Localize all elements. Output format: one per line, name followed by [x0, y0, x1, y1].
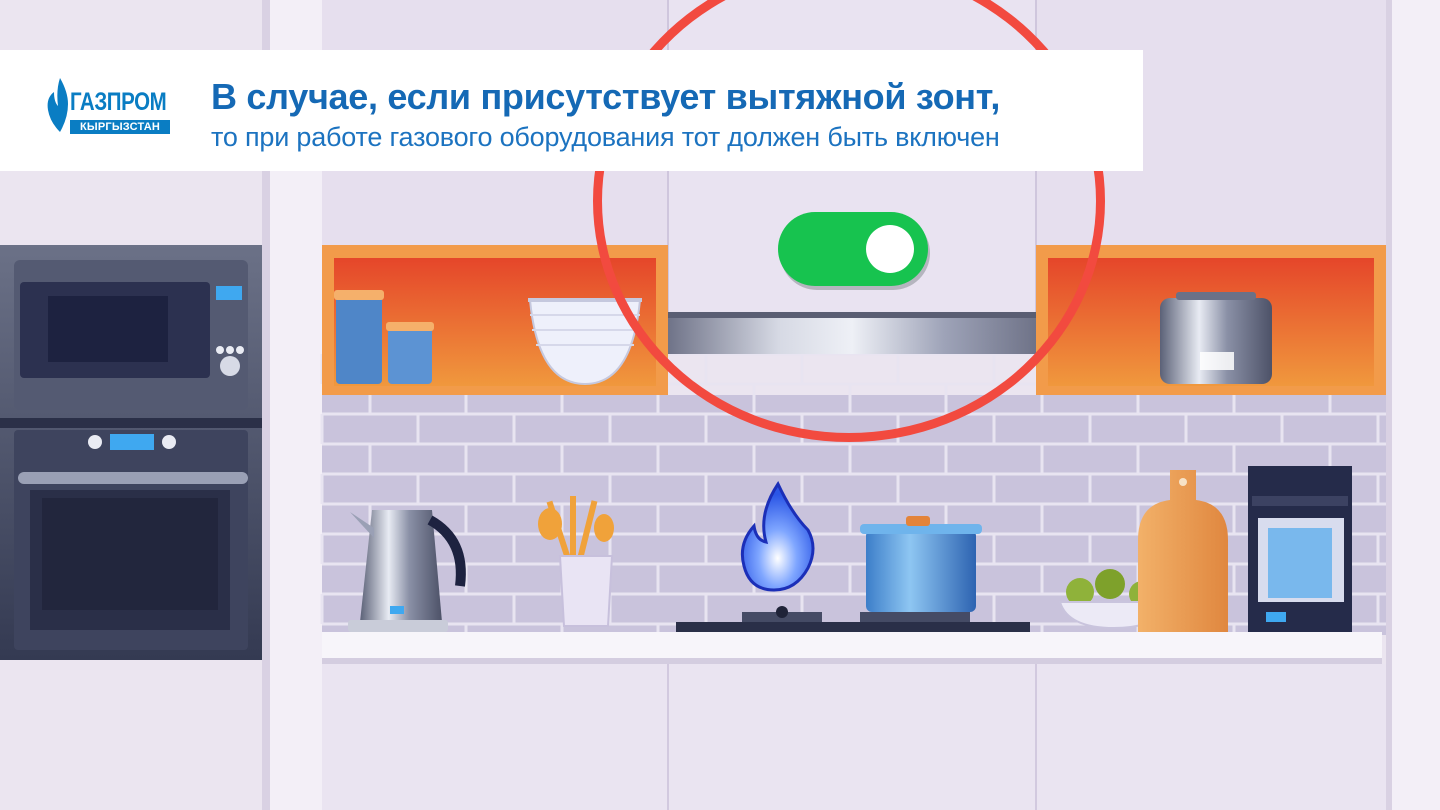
brand-region: КЫРГЫЗСТАН	[70, 120, 170, 134]
subline: то при работе газового оборудования тот …	[211, 122, 1000, 152]
message-banner: ГАЗПРОМ КЫРГЫЗСТАН В случае, если присут…	[0, 50, 1143, 171]
brand-logo: ГАЗПРОМ КЫРГЫЗСТАН	[44, 74, 174, 138]
headline: В случае, если присутствует вытяжной зон…	[211, 76, 1001, 117]
brand-name: ГАЗПРОМ	[70, 88, 167, 116]
